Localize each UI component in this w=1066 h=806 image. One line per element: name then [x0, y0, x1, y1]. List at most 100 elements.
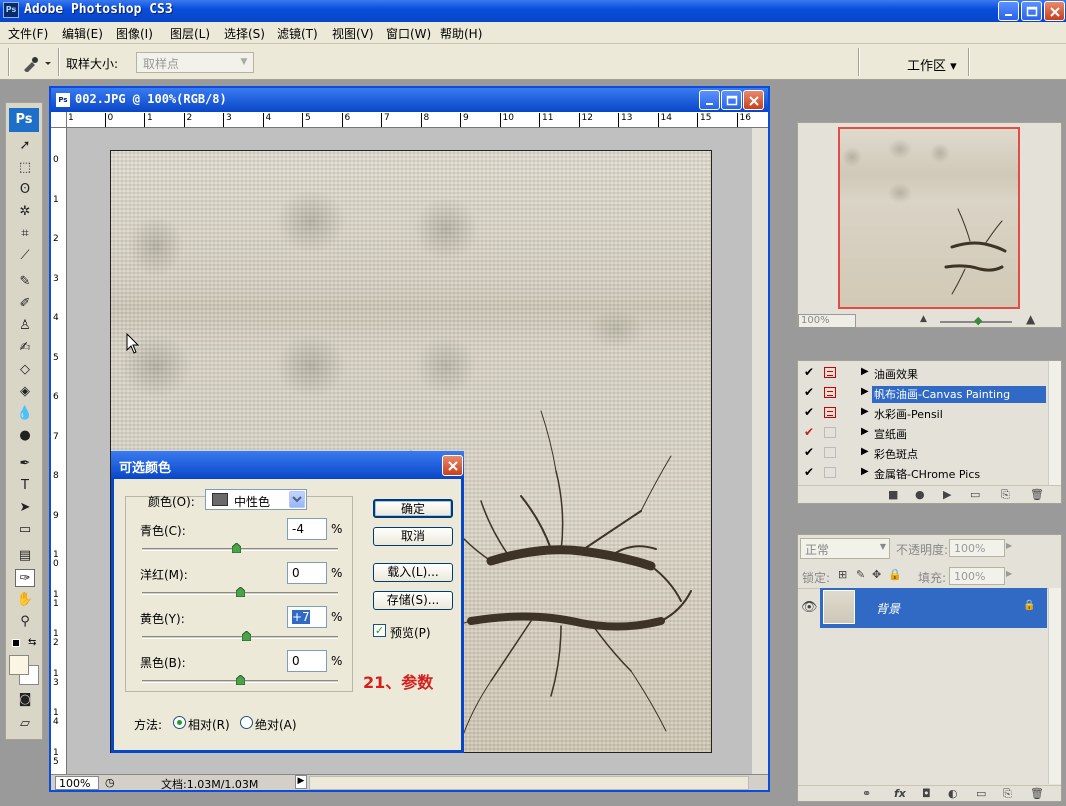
menu-edit[interactable]: 编辑(E) [62, 25, 103, 42]
navigator-thumbnail[interactable] [838, 127, 1020, 309]
dialog-toggle-icon[interactable] [824, 427, 836, 438]
actions-scrollbar[interactable] [1048, 361, 1061, 485]
expand-triangle-icon[interactable]: ▶ [861, 426, 869, 437]
expand-triangle-icon[interactable]: ▶ [861, 406, 869, 417]
slice-tool-icon[interactable]: ⟋ [15, 247, 35, 265]
menu-layer[interactable]: 图层(L) [170, 25, 210, 42]
swap-colors-icon[interactable]: ⇆ [28, 637, 36, 648]
move-tool-icon[interactable]: ➚ [15, 137, 35, 155]
magenta-slider[interactable] [142, 587, 338, 597]
yellow-input[interactable]: +7 [287, 606, 327, 628]
lock-position-icon[interactable]: ✥ [872, 568, 881, 581]
dialog-title-bar[interactable]: 可选颜色 [111, 451, 464, 479]
close-button[interactable] [1044, 1, 1065, 21]
type-tool-icon[interactable]: T [15, 477, 35, 495]
zoom-slider-thumb[interactable]: ◆ [974, 314, 982, 327]
load-button[interactable]: 载入(L)... [373, 563, 453, 582]
slider-thumb[interactable] [231, 543, 241, 553]
link-layers-icon[interactable]: ⚭ [862, 787, 871, 800]
magic-wand-tool-icon[interactable]: ✲ [15, 203, 35, 221]
history-brush-tool-icon[interactable]: ✍ [15, 339, 35, 357]
magenta-input[interactable]: 0 [287, 562, 327, 584]
adjustment-layer-icon[interactable]: ◐ [948, 787, 958, 800]
doc-minimize-button[interactable] [699, 90, 720, 110]
action-toggle-check-icon[interactable]: ✔ [804, 466, 816, 479]
menu-window[interactable]: 窗口(W) [386, 25, 431, 42]
action-toggle-check-icon[interactable]: ✔ [804, 406, 816, 419]
slider-thumb[interactable] [235, 587, 245, 597]
horizontal-ruler[interactable]: 1 0 1 2 3 4 5 6 7 8 9 10 11 12 13 14 15 16 [67, 112, 768, 128]
zoom-out-icon[interactable]: ▲ [920, 314, 927, 324]
dialog-toggle-icon[interactable] [824, 367, 836, 378]
eraser-tool-icon[interactable]: ◇ [15, 361, 35, 379]
expand-triangle-icon[interactable]: ▶ [861, 366, 869, 377]
doc-close-button[interactable] [743, 90, 764, 110]
foreground-color-swatch[interactable] [9, 655, 29, 675]
quick-mask-icon[interactable]: ◙ [15, 691, 35, 709]
status-info-icon[interactable]: ◷ [105, 776, 115, 789]
menu-select[interactable]: 选择(S) [224, 25, 265, 42]
blur-tool-icon[interactable]: 💧 [15, 405, 35, 423]
action-row[interactable]: ✔ ▶ 彩色斑点 [798, 443, 1048, 463]
action-row[interactable]: ✔ ▶ 油画效果 [798, 363, 1048, 383]
new-set-icon[interactable]: ▭ [970, 488, 980, 501]
vertical-scrollbar[interactable] [752, 128, 768, 774]
action-row[interactable]: ✔ ▶ 水彩画-Pensil [798, 403, 1048, 423]
absolute-radio[interactable] [240, 716, 253, 729]
dialog-close-button[interactable] [442, 455, 463, 476]
preview-checkbox[interactable]: ✓ [373, 624, 386, 637]
expand-triangle-icon[interactable]: ▶ [861, 466, 869, 477]
new-group-icon[interactable]: ▭ [976, 787, 986, 800]
dialog-toggle-icon[interactable] [824, 407, 836, 418]
black-slider[interactable] [142, 675, 338, 685]
sample-size-select[interactable]: 取样点 ▼ [136, 52, 254, 73]
paint-bucket-tool-icon[interactable]: ◈ [15, 383, 35, 401]
zoom-tool-icon[interactable]: ⚲ [15, 613, 35, 631]
cyan-slider[interactable] [142, 543, 338, 553]
lock-transparency-icon[interactable]: ⊞ [838, 568, 847, 581]
layers-scrollbar[interactable] [1048, 588, 1061, 784]
notes-tool-icon[interactable]: ▤ [15, 547, 35, 565]
eyedropper-tool-icon[interactable] [20, 54, 54, 72]
menu-filter[interactable]: 滤镜(T) [277, 25, 318, 42]
delete-layer-icon[interactable]: 🗑 [1030, 787, 1044, 800]
action-row[interactable]: ✔ ▶ 金属铬-CHrome Pics [798, 463, 1048, 483]
eye-visibility-icon[interactable]: 👁 [801, 600, 818, 615]
layer-mask-icon[interactable]: ◘ [922, 787, 931, 800]
slider-thumb[interactable] [242, 631, 252, 641]
hand-tool-icon[interactable]: ✋ [15, 591, 35, 609]
colors-select[interactable]: 中性色 [205, 489, 307, 510]
opacity-field[interactable]: 100% [949, 539, 1005, 557]
layer-row-background[interactable]: 背景 🔒 [820, 588, 1047, 628]
menu-image[interactable]: 图像(I) [116, 25, 153, 42]
vertical-ruler[interactable]: 0 1 2 3 4 5 6 7 8 9 10 11 12 13 14 15 [51, 128, 67, 774]
minimize-button[interactable] [998, 1, 1019, 21]
lasso-tool-icon[interactable]: ʘ [15, 181, 35, 199]
stop-icon[interactable]: ■ [888, 488, 898, 501]
menu-view[interactable]: 视图(V) [332, 25, 374, 42]
dialog-toggle-icon[interactable] [824, 467, 836, 478]
record-icon[interactable]: ● [915, 488, 925, 501]
expand-triangle-icon[interactable]: ▶ [861, 386, 869, 397]
play-icon[interactable]: ▶ [943, 488, 951, 501]
workspace-button[interactable]: 工作区 ▾ [907, 55, 957, 74]
save-button[interactable]: 存储(S)... [373, 591, 453, 610]
photoshop-logo[interactable]: Ps [9, 108, 39, 132]
black-input[interactable]: 0 [287, 650, 327, 672]
action-toggle-check-icon[interactable]: ✔ [804, 366, 816, 379]
action-row[interactable]: ✔ ▶ 帆布油画-Canvas Painting [798, 383, 1048, 403]
action-toggle-check-icon[interactable]: ✔ [804, 446, 816, 459]
cancel-button[interactable]: 取消 [373, 527, 453, 546]
ruler-origin[interactable] [51, 112, 67, 128]
trash-icon[interactable]: 🗑 [1030, 488, 1044, 501]
crop-tool-icon[interactable]: ⌗ [15, 225, 35, 243]
action-row[interactable]: ✔ ▶ 宣纸画 [798, 423, 1048, 443]
doc-maximize-button[interactable] [721, 90, 742, 110]
menu-help[interactable]: 帮助(H) [440, 25, 482, 42]
cyan-input[interactable]: -4 [287, 518, 327, 540]
pen-tool-icon[interactable]: ✒ [15, 455, 35, 473]
yellow-slider[interactable] [142, 631, 338, 641]
new-action-icon[interactable]: ⎘ [1001, 488, 1010, 502]
action-toggle-check-icon[interactable]: ✔ [804, 386, 816, 399]
path-selection-tool-icon[interactable]: ➤ [15, 499, 35, 517]
